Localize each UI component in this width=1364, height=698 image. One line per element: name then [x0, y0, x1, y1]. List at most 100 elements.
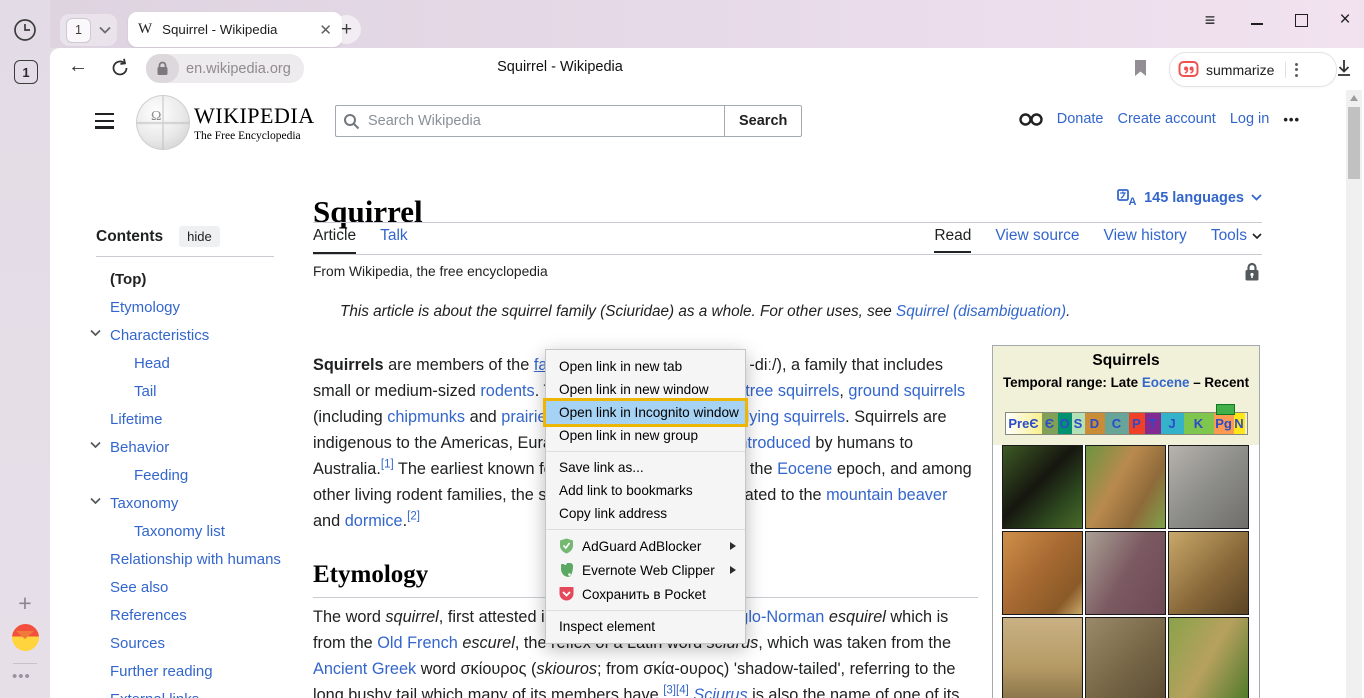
wiki-link[interactable]: Eocene: [1142, 375, 1190, 390]
chevron-down-icon[interactable]: [90, 497, 101, 505]
add-panel-icon[interactable]: +: [13, 591, 37, 615]
wikipedia-wordmark[interactable]: WIKIPEDIA The Free Encyclopedia: [194, 103, 315, 142]
toc-item-etymology[interactable]: Etymology: [96, 293, 291, 321]
toc-item-further-reading[interactable]: Further reading: [96, 657, 291, 685]
wiki-link[interactable]: Squirrel (disambiguation): [896, 303, 1066, 320]
timeline-segment[interactable]: J: [1161, 413, 1184, 434]
create-account-link[interactable]: Create account: [1117, 111, 1215, 127]
toc-item-tail[interactable]: Tail: [96, 377, 291, 405]
wiki-link[interactable]: [1]: [381, 459, 394, 471]
wiki-link[interactable]: chipmunks: [387, 408, 465, 426]
summarize-button[interactable]: summarize: [1169, 52, 1337, 87]
tab-read[interactable]: Read: [934, 227, 971, 253]
languages-button[interactable]: A 145 languages: [1117, 189, 1262, 206]
rail-more-icon[interactable]: •••: [12, 668, 31, 685]
menu-item-evernote[interactable]: Evernote Web Clipper: [546, 558, 745, 582]
toc-item-sources[interactable]: Sources: [96, 629, 291, 657]
toc-item-external-links[interactable]: External links: [96, 685, 291, 698]
tab-tools[interactable]: Tools: [1211, 227, 1262, 251]
timeline-segment[interactable]: Є: [1042, 413, 1058, 434]
toc-item-lifetime[interactable]: Lifetime: [96, 405, 291, 433]
scrollbar-up-arrow[interactable]: [1350, 95, 1358, 101]
toc-item-taxonomy[interactable]: Taxonomy: [96, 489, 291, 517]
wiki-link[interactable]: dormice: [345, 512, 403, 530]
geologic-timeline[interactable]: PreЄ Є O S D C P T J K Pg N: [1005, 412, 1248, 435]
toc-item-feeding[interactable]: Feeding: [96, 461, 291, 489]
wiki-link[interactable]: ground squirrels: [848, 382, 965, 400]
menu-item-open-link-new-group[interactable]: Open link in new group: [546, 424, 745, 447]
wiki-link[interactable]: tree squirrels: [745, 382, 839, 400]
timeline-segment[interactable]: D: [1085, 413, 1105, 434]
search-input[interactable]: [335, 105, 725, 137]
chevron-down-icon[interactable]: [99, 26, 111, 34]
wiki-link[interactable]: Sciurus: [693, 686, 747, 698]
browser-menu-icon[interactable]: ≡: [1198, 9, 1222, 31]
wiki-link[interactable]: rodents: [480, 382, 534, 400]
scrollbar-thumb[interactable]: [1348, 107, 1360, 179]
tab-view-source[interactable]: View source: [995, 227, 1079, 251]
bookmark-icon[interactable]: [1133, 59, 1148, 77]
wiki-link[interactable]: Ancient Greek: [313, 660, 416, 678]
tab-article[interactable]: Article: [313, 227, 356, 254]
timeline-segment[interactable]: PreЄ: [1006, 413, 1042, 434]
search-button[interactable]: Search: [724, 105, 802, 137]
timeline-segment[interactable]: T: [1145, 413, 1161, 434]
squirrel-photo[interactable]: [1085, 617, 1166, 698]
wikipedia-globe-logo[interactable]: Ω: [136, 95, 190, 150]
appearance-icon[interactable]: [1019, 112, 1043, 127]
menu-item-open-link-new-window[interactable]: Open link in new window: [546, 378, 745, 401]
toc-item-relationship-with-humans[interactable]: Relationship with humans: [96, 545, 291, 573]
wiki-link[interactable]: [3][4]: [663, 685, 689, 697]
panel-count-badge[interactable]: 1: [14, 60, 38, 84]
url-domain[interactable]: en.wikipedia.org: [186, 61, 291, 77]
history-icon[interactable]: [13, 18, 37, 42]
timeline-segment[interactable]: Pg: [1214, 413, 1234, 434]
wiki-link[interactable]: mountain beaver: [826, 486, 947, 504]
new-tab-button[interactable]: +: [332, 15, 361, 44]
languages-label[interactable]: 145 languages: [1144, 190, 1244, 206]
summarize-more-icon[interactable]: [1295, 63, 1298, 77]
summarize-label[interactable]: summarize: [1206, 62, 1274, 78]
back-icon[interactable]: ←: [68, 55, 88, 78]
timeline-segment[interactable]: K: [1184, 413, 1214, 434]
timeline-segment[interactable]: O: [1058, 413, 1072, 434]
timeline-segment[interactable]: S: [1072, 413, 1085, 434]
reload-icon[interactable]: [109, 57, 131, 79]
menu-item-open-link-new-tab[interactable]: Open link in new tab: [546, 355, 745, 378]
timeline-segment[interactable]: N: [1234, 413, 1245, 434]
tab-view-history[interactable]: View history: [1104, 227, 1187, 251]
squirrel-photo[interactable]: [1002, 531, 1083, 615]
chevron-down-icon[interactable]: [90, 441, 101, 449]
log-in-link[interactable]: Log in: [1230, 111, 1270, 127]
maximize-button[interactable]: [1289, 9, 1313, 31]
header-more-icon[interactable]: •••: [1283, 112, 1300, 127]
menu-item-save-to-pocket[interactable]: Сохранить в Pocket: [546, 582, 745, 606]
toc-item-characteristics[interactable]: Characteristics: [96, 321, 291, 349]
wiki-link[interactable]: Eocene: [777, 460, 832, 478]
wiki-link[interactable]: Old French: [377, 634, 458, 652]
chevron-down-icon[interactable]: [90, 329, 101, 337]
toc-item-references[interactable]: References: [96, 601, 291, 629]
squirrel-photo[interactable]: [1002, 445, 1083, 529]
donate-link[interactable]: Donate: [1057, 111, 1104, 127]
timeline-segment[interactable]: P: [1129, 413, 1145, 434]
squirrel-photo[interactable]: [1085, 445, 1166, 529]
squirrel-photo[interactable]: [1168, 617, 1249, 698]
toc-item-behavior[interactable]: Behavior: [96, 433, 291, 461]
toc-item-head[interactable]: Head: [96, 349, 291, 377]
lock-icon[interactable]: [146, 54, 179, 83]
squirrel-photo[interactable]: [1002, 617, 1083, 698]
site-info-pill[interactable]: en.wikipedia.org: [146, 54, 304, 83]
squirrel-photo[interactable]: [1085, 531, 1166, 615]
timeline-segment[interactable]: C: [1105, 413, 1129, 434]
toc-item-top[interactable]: (Top): [96, 265, 291, 293]
address-page-title[interactable]: Squirrel - Wikipedia: [460, 59, 660, 75]
squirrel-photo[interactable]: [1168, 445, 1249, 529]
menu-item-adguard[interactable]: AdGuard AdBlocker: [546, 534, 745, 558]
yandex-mail-icon[interactable]: [12, 624, 39, 651]
tab-group-count[interactable]: 1: [66, 18, 91, 43]
menu-item-add-link-to-bookmarks[interactable]: Add link to bookmarks: [546, 479, 745, 502]
toc-item-see-also[interactable]: See also: [96, 573, 291, 601]
menu-item-inspect-element[interactable]: Inspect element: [546, 615, 745, 638]
squirrel-photo[interactable]: [1168, 531, 1249, 615]
